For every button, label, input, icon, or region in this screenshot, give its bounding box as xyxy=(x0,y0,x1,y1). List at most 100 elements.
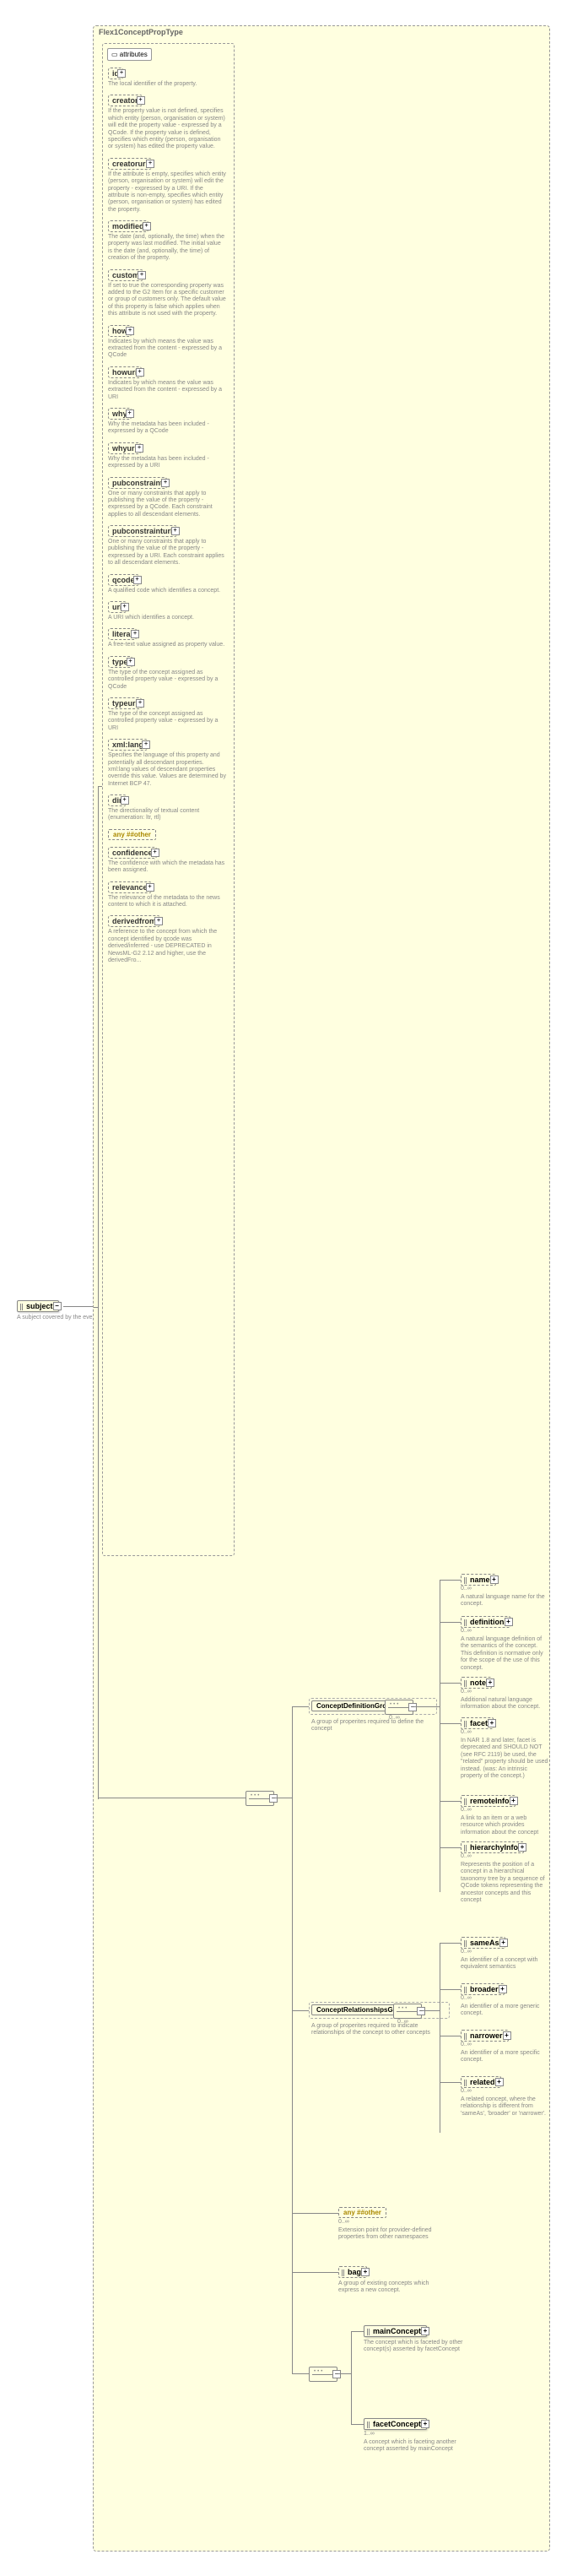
node-desc: A natural language name for the concept. xyxy=(461,1594,549,1608)
expand-icon[interactable]: + xyxy=(151,849,159,857)
collapse-icon[interactable]: − xyxy=(269,1794,278,1803)
name-node[interactable]: name+ xyxy=(461,1574,496,1586)
attr-box[interactable]: pubconstraint+ xyxy=(108,477,167,489)
collapse-icon[interactable]: − xyxy=(332,2370,341,2378)
attr-box[interactable]: xml:lang+ xyxy=(108,739,148,751)
facet-node[interactable]: facet+ xyxy=(461,1717,494,1729)
attr-custom: custom+If set to true the corresponding … xyxy=(108,269,229,318)
expand-icon[interactable]: + xyxy=(146,160,154,168)
expand-icon[interactable]: + xyxy=(488,1719,496,1727)
subject-element[interactable]: subject − xyxy=(17,1300,59,1312)
connector xyxy=(440,1683,461,1684)
attr-desc: Indicates by which means the value was e… xyxy=(108,339,226,360)
expand-icon[interactable]: + xyxy=(499,1985,507,1993)
expand-icon[interactable]: + xyxy=(143,222,151,230)
related-node[interactable]: related+ xyxy=(461,2076,501,2088)
attr-box[interactable]: type+ xyxy=(108,656,132,668)
any-attribute[interactable]: any ##other xyxy=(108,829,156,840)
cardinality: 0..∞ xyxy=(397,2019,408,2025)
connector xyxy=(98,786,99,1799)
attr-box[interactable]: id+ xyxy=(108,68,123,79)
narrower-node[interactable]: narrower+ xyxy=(461,2030,509,2042)
definition-element: definition+0..∞A natural language defini… xyxy=(461,1616,549,1672)
mainconcept-desc: The concept which is faceted by other co… xyxy=(364,2340,465,2354)
attr-box[interactable]: howuri+ xyxy=(108,366,142,378)
attr-typeuri: typeuri+The type of the concept assigned… xyxy=(108,697,229,732)
expand-icon[interactable]: + xyxy=(361,2268,370,2276)
attr-box[interactable]: whyuri+ xyxy=(108,442,141,454)
attr-box[interactable]: literal+ xyxy=(108,628,137,640)
broader-node[interactable]: broader+ xyxy=(461,1983,505,1995)
attr-box[interactable]: typeuri+ xyxy=(108,697,142,709)
expand-icon[interactable]: + xyxy=(135,444,143,453)
bag-node[interactable]: bag + xyxy=(338,2266,367,2278)
note-node[interactable]: note+ xyxy=(461,1677,492,1689)
attr-box[interactable]: why+ xyxy=(108,408,132,420)
definition-node[interactable]: definition+ xyxy=(461,1616,510,1628)
expand-icon[interactable]: + xyxy=(486,1678,494,1687)
sameas-element: sameAs+0..∞An identifier of a concept wi… xyxy=(461,1937,549,1971)
expand-icon[interactable]: + xyxy=(171,527,180,535)
expand-icon[interactable]: + xyxy=(161,479,170,487)
expand-icon[interactable]: + xyxy=(138,271,146,279)
attr-desc: A free-text value assigned as property v… xyxy=(108,642,226,648)
any-label[interactable]: any ##other xyxy=(338,2207,386,2218)
attr-creator: creator+If the property value is not def… xyxy=(108,95,229,150)
hierarchyinfo-node[interactable]: hierarchyInfo+ xyxy=(461,1841,524,1853)
attr-box[interactable]: relevance+ xyxy=(108,881,152,893)
connector xyxy=(440,1989,461,1990)
facetconcept-node[interactable]: facetConcept + xyxy=(364,2418,427,2430)
expand-icon[interactable]: + xyxy=(503,2031,511,2040)
expand-icon[interactable]: + xyxy=(518,1843,526,1852)
expand-icon[interactable]: + xyxy=(510,1797,518,1805)
expand-icon[interactable]: + xyxy=(154,917,163,925)
attr-box[interactable]: derivedfrom+ xyxy=(108,915,160,927)
attr-xml-lang: xml:lang+Specifies the language of this … xyxy=(108,739,229,788)
remoteinfo-node[interactable]: remoteInfo+ xyxy=(461,1795,516,1807)
attr-box[interactable]: creatoruri+ xyxy=(108,158,152,170)
attributes-header[interactable]: ▭ attributes xyxy=(107,48,152,61)
expand-icon[interactable]: + xyxy=(490,1575,499,1584)
attr-box[interactable]: pubconstrainturi+ xyxy=(108,525,177,537)
attr-box[interactable]: confidence+ xyxy=(108,847,157,859)
mainconcept-node[interactable]: mainConcept + xyxy=(364,2325,427,2337)
cardinality: 0..∞ xyxy=(338,2219,440,2225)
expand-icon[interactable]: + xyxy=(495,2078,504,2086)
bag-desc: A group of existing concepts which expre… xyxy=(338,2280,440,2295)
expand-icon[interactable]: + xyxy=(131,630,139,638)
connector xyxy=(63,1306,93,1307)
collapse-icon[interactable]: − xyxy=(417,2007,425,2015)
main-type-panel: Flex1ConceptPropType ▭ attributes id+The… xyxy=(93,25,550,2552)
sequence-connector: ••• − xyxy=(393,2004,422,2019)
expand-icon[interactable]: + xyxy=(127,658,135,666)
attr-box[interactable]: how+ xyxy=(108,325,132,337)
expand-icon[interactable]: + xyxy=(137,96,145,105)
related-element: related+0..∞A related concept, where the… xyxy=(461,2076,549,2118)
sameas-node[interactable]: sameAs+ xyxy=(461,1937,505,1949)
expand-icon[interactable]: + xyxy=(421,2327,429,2335)
attr-box[interactable]: dir+ xyxy=(108,794,127,806)
attr-box[interactable]: qcode+ xyxy=(108,574,139,586)
collapse-icon[interactable]: − xyxy=(53,1302,62,1310)
expand-icon[interactable]: + xyxy=(505,1618,513,1626)
collapse-icon[interactable]: − xyxy=(408,1703,417,1711)
attr-box[interactable]: custom+ xyxy=(108,269,143,281)
expand-icon[interactable]: + xyxy=(117,69,126,78)
expand-icon[interactable]: + xyxy=(136,699,144,708)
expand-icon[interactable]: + xyxy=(421,2420,429,2428)
expand-icon[interactable]: + xyxy=(121,603,129,611)
expand-icon[interactable]: + xyxy=(136,368,144,377)
attr-box[interactable]: modified+ xyxy=(108,220,148,232)
expand-icon[interactable]: + xyxy=(121,796,129,805)
connector xyxy=(94,1307,98,1308)
sequence-connector: ••• − xyxy=(246,1791,274,1806)
expand-icon[interactable]: + xyxy=(142,740,150,749)
expand-icon[interactable]: + xyxy=(146,883,154,892)
attr-box[interactable]: creator+ xyxy=(108,95,143,106)
expand-icon[interactable]: + xyxy=(126,409,134,418)
attr-box[interactable]: uri+ xyxy=(108,601,127,613)
expand-icon[interactable]: + xyxy=(133,576,142,584)
sequence-connector: ••• − xyxy=(309,2367,337,2382)
expand-icon[interactable]: + xyxy=(499,1939,508,1947)
expand-icon[interactable]: + xyxy=(126,327,134,335)
